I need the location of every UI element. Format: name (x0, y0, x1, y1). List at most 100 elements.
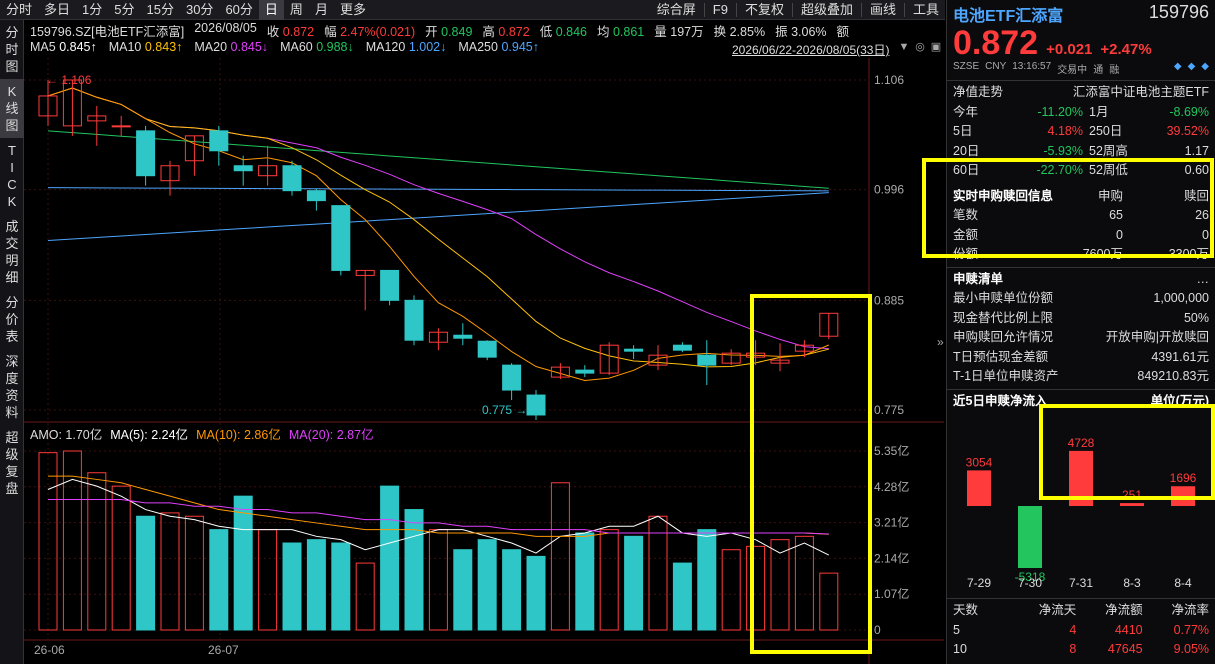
margin-badge: 融 (1109, 65, 1120, 76)
tab-30min[interactable]: 30分 (180, 0, 219, 20)
tab-duori[interactable]: 多日 (38, 0, 76, 20)
volume-bar (258, 529, 278, 631)
inflow-col-header: 天数 (953, 603, 979, 617)
inflow-summary-table: 天数净流天净流额净流率5444100.77%108476459.05%20102… (947, 601, 1215, 664)
volume-bar (526, 555, 546, 631)
high-field: 高 0.872 (482, 21, 529, 39)
overlay-button[interactable]: 超级叠加 (795, 0, 859, 20)
sidebar-tab-price-table[interactable]: 分价表 (0, 290, 24, 349)
composite-screen-button[interactable]: 综合屏 (651, 0, 702, 20)
inflow-cell: 2023 (1076, 660, 1143, 664)
volume-bar (428, 529, 448, 631)
inflow-value: 3054 (966, 455, 993, 469)
avg-label: 均 (596, 25, 610, 39)
candle-body (502, 364, 522, 391)
ma-value: 0.845↑ (59, 40, 97, 54)
list-value: 1,000,000 (1153, 291, 1209, 305)
menu-icon[interactable]: ◆ (1201, 61, 1209, 76)
tab-fenshi[interactable]: 分时 (0, 0, 38, 20)
triangle-down-icon[interactable]: ▼ (898, 41, 910, 53)
inflow-bar (967, 470, 991, 506)
tab-weekly[interactable]: 周 (284, 0, 309, 20)
high-label: 高 (482, 25, 495, 39)
candle-body (624, 348, 644, 352)
inflow-cell: 8 (1069, 642, 1077, 656)
candle-body (453, 334, 473, 339)
amount-label: 额 (836, 25, 850, 39)
no-adjust-button[interactable]: 不复权 (739, 0, 790, 20)
volume-bar (331, 542, 351, 631)
wp-icon[interactable]: ▣ (930, 41, 942, 53)
close-field: 收 0.872 (267, 21, 314, 39)
max-price-marker: ← 1.106 (46, 73, 92, 87)
nav-fund-name: 汇添富中证电池主题ETF (1072, 85, 1209, 99)
quote-info-line: 159796.SZ[电池ETF汇添富] 2026/08/05 收 0.872 幅… (30, 21, 849, 39)
draw-line-button[interactable]: 画线 (864, 0, 902, 20)
vol-tick-label: 5.35亿 (874, 443, 909, 458)
ma-item-ma20: MA20 0.845↓ (194, 40, 268, 58)
bell-icon[interactable]: ◆ (1188, 61, 1196, 76)
tab-monthly[interactable]: 月 (309, 0, 334, 20)
connect-badge: 通 (1093, 65, 1104, 76)
ma-value: 0.988↓ (316, 40, 354, 54)
quote-date: 2026/08/05 (194, 21, 257, 35)
person-icon[interactable]: ◆ (1174, 61, 1182, 76)
f9-button[interactable]: F9 (707, 0, 734, 20)
volume-bar (453, 549, 473, 631)
sidebar-tab-tick[interactable]: TICK (0, 138, 24, 214)
amo-ma5: MA(5): 2.24亿 (110, 428, 189, 442)
inflow-table-row: 10 8 47645 9.05% (947, 640, 1215, 660)
vol-ma10-line (48, 475, 829, 537)
list-value: 50% (1183, 310, 1209, 325)
list-value: 4391.61元 (1151, 349, 1209, 364)
list-row: T日预估现金差额 4391.61元 (947, 348, 1215, 368)
volume-bar (404, 509, 424, 631)
ma60-line (47, 130, 829, 189)
swing-field: 振 3.06% (775, 21, 826, 39)
tab-1min[interactable]: 1分 (76, 0, 108, 20)
sidebar-tab-timeshare[interactable]: 分时图 (0, 20, 24, 79)
ma-item-ma250: MA250 0.945↑ (458, 40, 539, 58)
inflow-col-header: 净流率 (1171, 603, 1210, 617)
volume-bar (306, 539, 326, 631)
close-value: 0.872 (282, 25, 315, 39)
volume-bar (575, 532, 595, 631)
tab-5min[interactable]: 5分 (108, 0, 140, 20)
sidebar-tab-replay[interactable]: 超级复盘 (0, 425, 24, 501)
more-icon[interactable]: … (1197, 270, 1210, 290)
amo-ma20: MA(20): 2.87亿 (288, 428, 374, 442)
sidebar-tab-kline[interactable]: K线图 (0, 79, 24, 138)
trading-status: 交易中 (1057, 65, 1088, 76)
inflow-col-header: 净流天 (1038, 603, 1077, 617)
turn-label: 换 (713, 25, 727, 39)
fund-code: 159796 (1148, 2, 1209, 22)
list-header: 申赎清单 … (947, 270, 1215, 290)
date-range-link[interactable]: 2026/06/22-2026/08/05(33日) (732, 41, 889, 58)
ma250-line (47, 192, 829, 242)
last-price: 0.872 (953, 24, 1039, 62)
tools-button[interactable]: 工具 (907, 0, 945, 20)
sidebar-tab-trades[interactable]: 成交明细 (0, 214, 24, 290)
list-row: 最小申赎单位份额 1,000,000 (947, 289, 1215, 309)
expand-panel-icon[interactable]: » (937, 335, 944, 349)
ma-item-ma120: MA120 1.002↓ (366, 40, 447, 58)
swing-value: 3.06% (791, 25, 827, 39)
circle-icon[interactable]: ◎ (914, 41, 926, 53)
candle-body (209, 130, 229, 152)
inflow-cell: 20 (953, 660, 1010, 664)
list-label: T日预估现金差额 (953, 349, 1049, 364)
sidebar-tab-depth[interactable]: 深度资料 (0, 349, 24, 425)
candle-body (672, 344, 692, 351)
tab-daily[interactable]: 日 (258, 0, 284, 20)
tab-more[interactable]: 更多 (334, 0, 372, 20)
inflow-bar (1018, 506, 1042, 568)
turnover-field: 换 2.85% (714, 21, 765, 39)
tab-60min[interactable]: 60分 (219, 0, 258, 20)
price-tick-label: 0.996 (874, 183, 904, 197)
date-tick-label: 26-06 (34, 643, 65, 657)
volume-bar (697, 529, 717, 631)
tab-15min[interactable]: 15分 (141, 0, 180, 20)
open-label: 开 (425, 25, 438, 39)
inflow-cell: 47645 (1107, 642, 1143, 656)
amo-value: AMO: 1.70亿 (30, 428, 103, 442)
